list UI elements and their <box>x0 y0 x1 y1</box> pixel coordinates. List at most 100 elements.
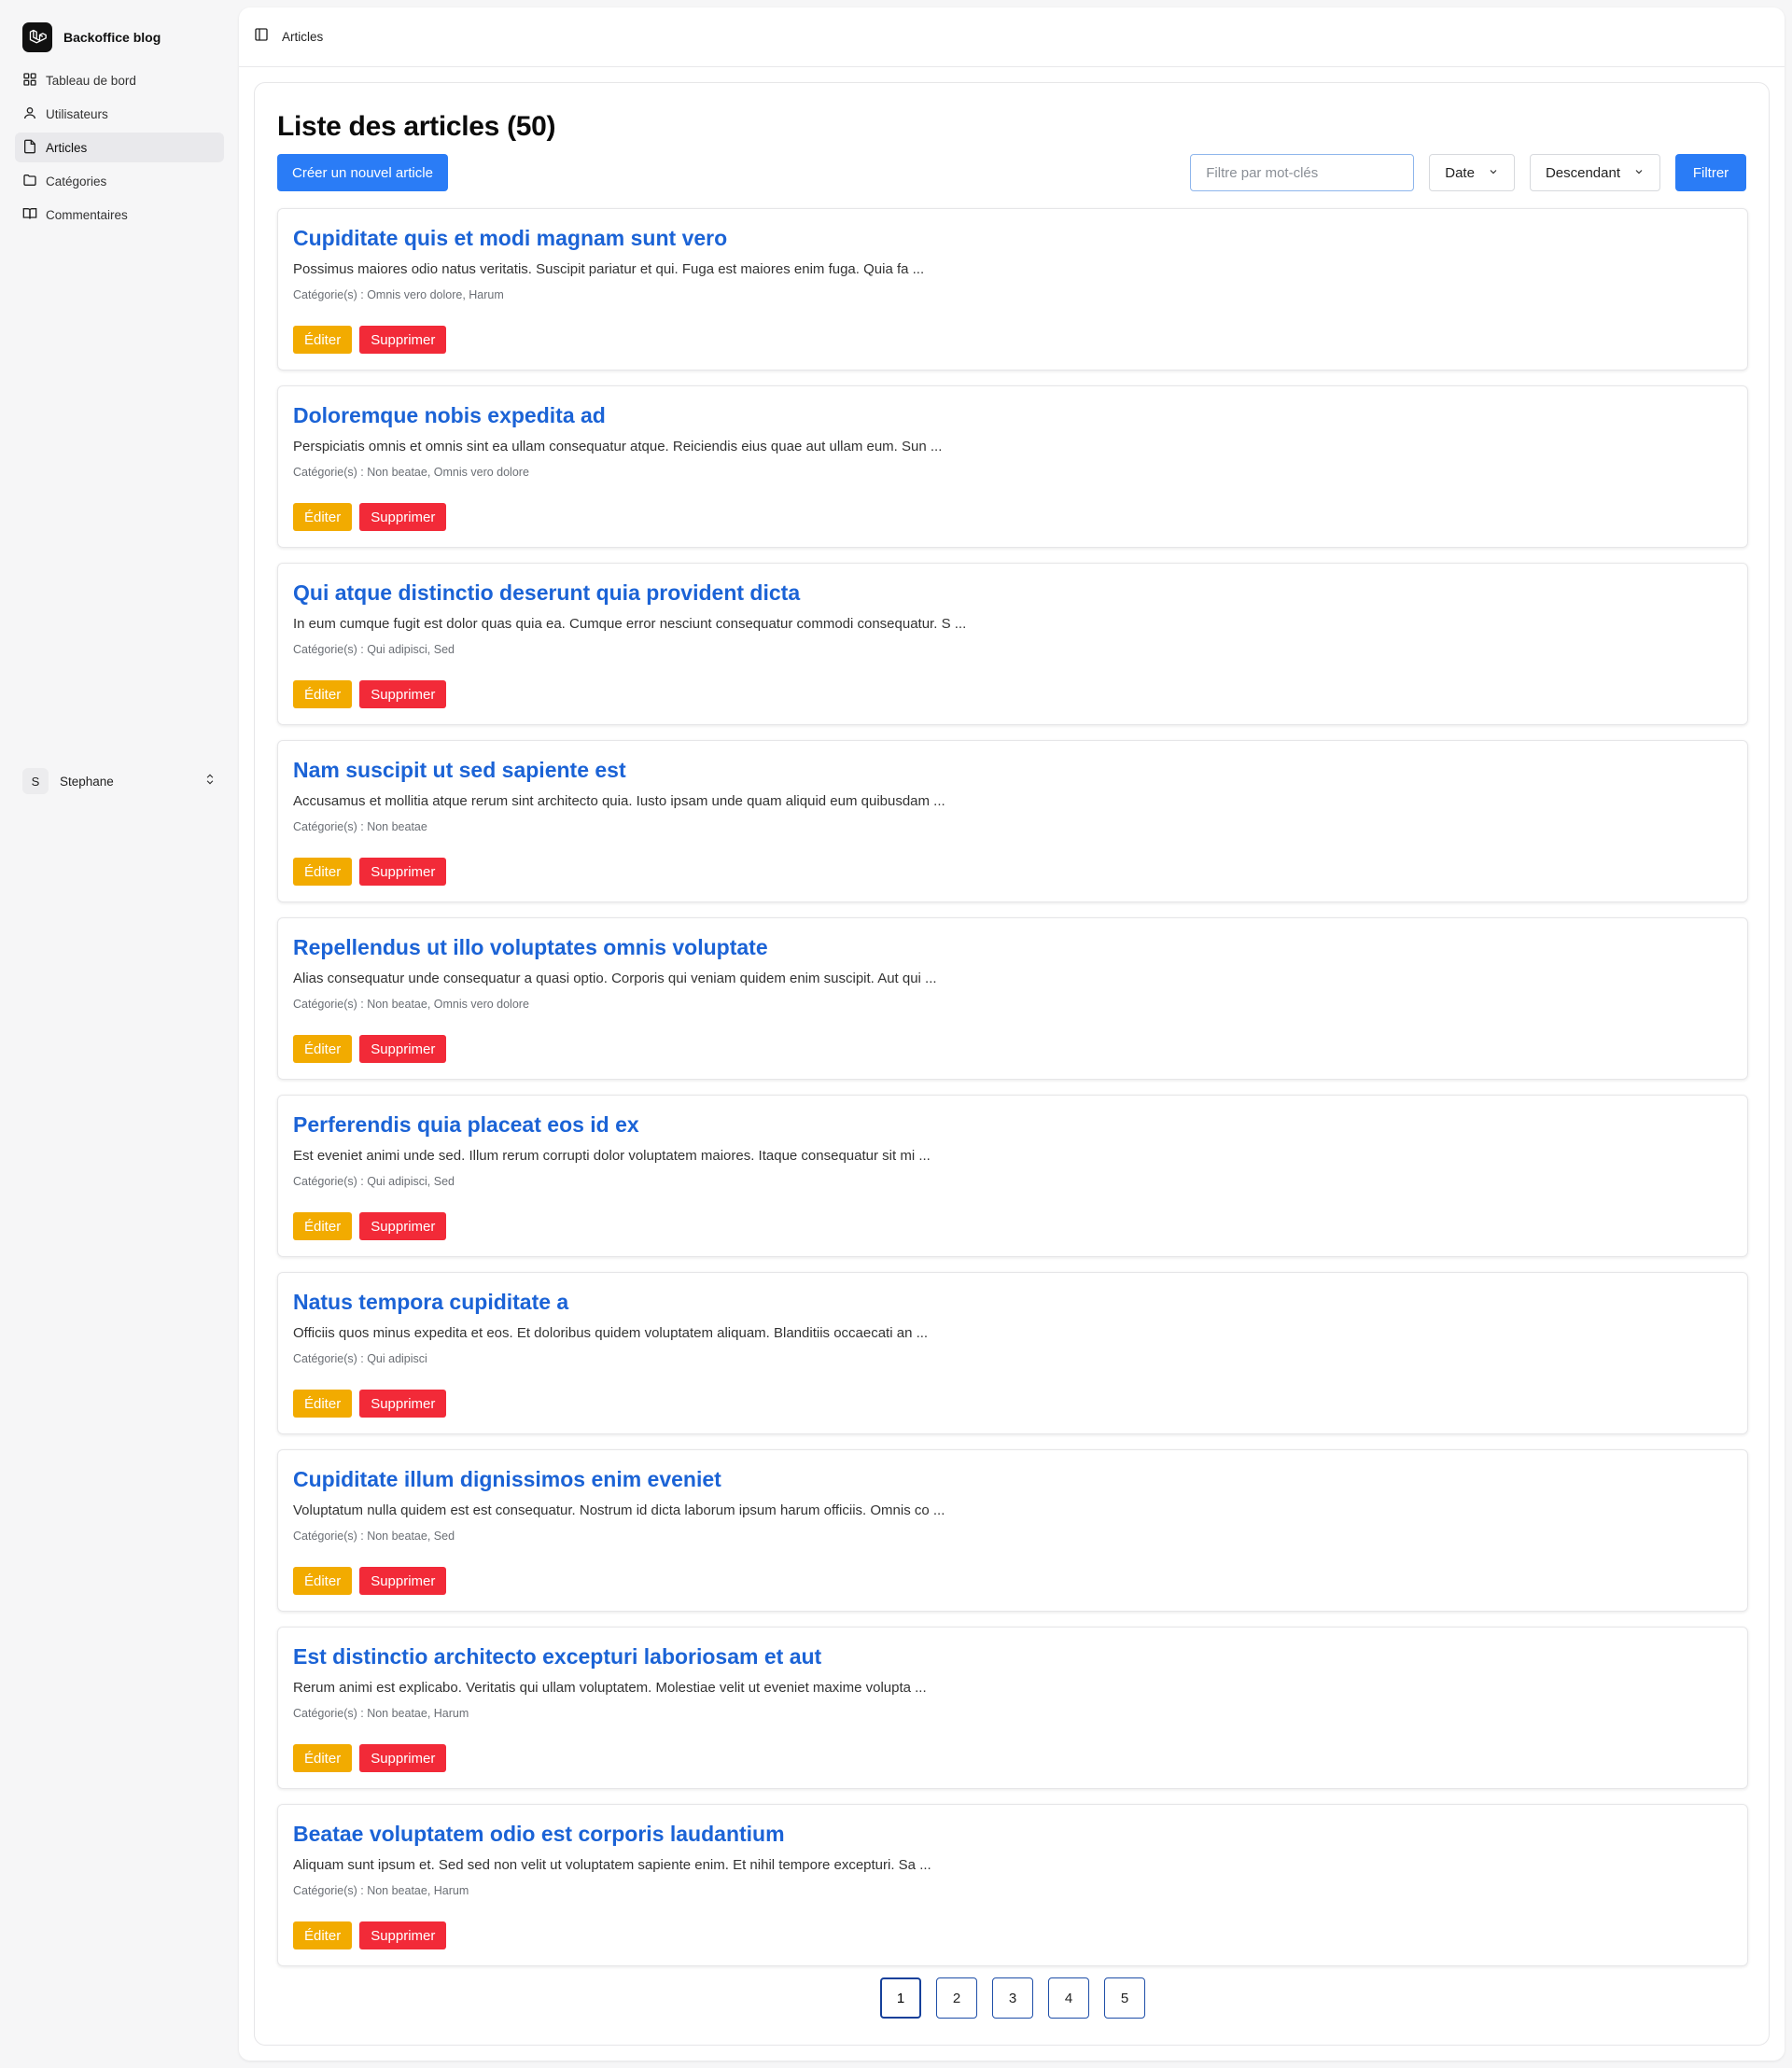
article-categories: Catégorie(s) : Non beatae, Harum <box>293 1707 469 1720</box>
article-excerpt: Aliquam sunt ipsum et. Sed sed non velit… <box>293 1857 931 1873</box>
delete-button[interactable]: Supprimer <box>359 858 447 886</box>
page-button-1[interactable]: 1 <box>880 1977 921 2019</box>
create-article-button[interactable]: Créer un nouvel article <box>277 154 448 191</box>
sidebar-item-label: Tableau de bord <box>46 73 136 88</box>
article-actions: Éditer Supprimer <box>293 680 447 708</box>
delete-button[interactable]: Supprimer <box>359 1921 447 1949</box>
page-button-3[interactable]: 3 <box>992 1977 1033 2019</box>
delete-button[interactable]: Supprimer <box>359 1567 447 1595</box>
sidebar-item-comments[interactable]: Commentaires <box>15 200 224 230</box>
article-card: Cupiditate illum dignissimos enim evenie… <box>277 1449 1748 1612</box>
sidebar-item-categories[interactable]: Catégories <box>15 166 224 196</box>
article-title[interactable]: Cupiditate quis et modi magnam sunt vero <box>293 224 1732 252</box>
keyword-filter-input[interactable] <box>1190 154 1415 191</box>
sidebar-item-articles[interactable]: Articles <box>15 133 224 162</box>
chevron-down-icon <box>1633 165 1645 181</box>
article-title[interactable]: Perferendis quia placeat eos id ex <box>293 1111 1732 1139</box>
article-actions: Éditer Supprimer <box>293 326 447 354</box>
sidebar-item-dashboard[interactable]: Tableau de bord <box>15 65 224 95</box>
article-card: Est distinctio architecto excepturi labo… <box>277 1627 1748 1789</box>
article-excerpt: Voluptatum nulla quidem est est consequa… <box>293 1502 945 1518</box>
article-list: Cupiditate quis et modi magnam sunt vero… <box>277 208 1748 1981</box>
avatar: S <box>22 768 49 794</box>
delete-button[interactable]: Supprimer <box>359 326 447 354</box>
article-excerpt: In eum cumque fugit est dolor quas quia … <box>293 616 967 632</box>
sort-order-value: Descendant <box>1545 164 1620 181</box>
user-name: Stephane <box>60 774 114 789</box>
sidebar: Backoffice blog Tableau de bord Utilisat… <box>0 0 239 2068</box>
article-card: Perferendis quia placeat eos id ex Est e… <box>277 1095 1748 1257</box>
filter-bar: Date Descendant Filtrer <box>1190 154 1746 191</box>
sort-field-value: Date <box>1445 164 1475 181</box>
article-title[interactable]: Est distinctio architecto excepturi labo… <box>293 1642 1732 1670</box>
breadcrumb: Articles <box>282 30 324 44</box>
edit-button[interactable]: Éditer <box>293 326 353 354</box>
file-icon <box>22 139 37 157</box>
brand-name: Backoffice blog <box>63 30 161 45</box>
article-title[interactable]: Cupiditate illum dignissimos enim evenie… <box>293 1465 1732 1493</box>
article-actions: Éditer Supprimer <box>293 503 447 531</box>
article-categories: Catégorie(s) : Qui adipisci <box>293 1352 427 1365</box>
layout-grid-icon <box>22 72 37 90</box>
article-card: Doloremque nobis expedita ad Perspiciati… <box>277 385 1748 548</box>
edit-button[interactable]: Éditer <box>293 1921 353 1949</box>
edit-button[interactable]: Éditer <box>293 1567 353 1595</box>
user-icon <box>22 105 37 123</box>
article-categories: Catégorie(s) : Omnis vero dolore, Harum <box>293 288 504 301</box>
article-categories: Catégorie(s) : Non beatae, Harum <box>293 1884 469 1897</box>
folder-icon <box>22 173 37 190</box>
article-excerpt: Rerum animi est explicabo. Veritatis qui… <box>293 1680 927 1696</box>
article-title[interactable]: Qui atque distinctio deserunt quia provi… <box>293 579 1732 607</box>
article-categories: Catégorie(s) : Non beatae, Omnis vero do… <box>293 998 529 1011</box>
article-categories: Catégorie(s) : Non beatae, Omnis vero do… <box>293 466 529 479</box>
edit-button[interactable]: Éditer <box>293 680 353 708</box>
pagination: 1 2 3 4 5 <box>255 1977 1771 2019</box>
filter-button[interactable]: Filtrer <box>1675 154 1746 191</box>
article-actions: Éditer Supprimer <box>293 1390 447 1418</box>
delete-button[interactable]: Supprimer <box>359 1212 447 1240</box>
article-title[interactable]: Doloremque nobis expedita ad <box>293 401 1732 429</box>
delete-button[interactable]: Supprimer <box>359 1390 447 1418</box>
delete-button[interactable]: Supprimer <box>359 1035 447 1063</box>
article-card: Nam suscipit ut sed sapiente est Accusam… <box>277 740 1748 902</box>
article-categories: Catégorie(s) : Non beatae <box>293 820 427 833</box>
edit-button[interactable]: Éditer <box>293 1744 353 1772</box>
chevrons-up-down-icon <box>203 773 217 790</box>
article-categories: Catégorie(s) : Qui adipisci, Sed <box>293 643 455 656</box>
panel-left-icon[interactable] <box>254 27 269 47</box>
delete-button[interactable]: Supprimer <box>359 503 447 531</box>
article-actions: Éditer Supprimer <box>293 1567 447 1595</box>
article-excerpt: Officiis quos minus expedita et eos. Et … <box>293 1325 929 1341</box>
article-title[interactable]: Nam suscipit ut sed sapiente est <box>293 756 1732 784</box>
brand[interactable]: Backoffice blog <box>22 22 161 52</box>
sidebar-nav: Tableau de bord Utilisateurs Articles Ca… <box>15 65 224 233</box>
edit-button[interactable]: Éditer <box>293 1212 353 1240</box>
page-button-2[interactable]: 2 <box>936 1977 977 2019</box>
article-categories: Catégorie(s) : Non beatae, Sed <box>293 1530 455 1543</box>
sort-field-select[interactable]: Date <box>1429 154 1515 191</box>
article-title[interactable]: Repellendus ut illo voluptates omnis vol… <box>293 933 1732 961</box>
article-card: Qui atque distinctio deserunt quia provi… <box>277 563 1748 725</box>
sidebar-item-users[interactable]: Utilisateurs <box>15 99 224 129</box>
delete-button[interactable]: Supprimer <box>359 680 447 708</box>
page-button-4[interactable]: 4 <box>1048 1977 1089 2019</box>
article-categories: Catégorie(s) : Qui adipisci, Sed <box>293 1175 455 1188</box>
article-excerpt: Accusamus et mollitia atque rerum sint a… <box>293 793 945 809</box>
edit-button[interactable]: Éditer <box>293 858 353 886</box>
page-title: Liste des articles (50) <box>277 111 556 142</box>
articles-card: Liste des articles (50) Créer un nouvel … <box>254 82 1770 2046</box>
article-actions: Éditer Supprimer <box>293 1921 447 1949</box>
sort-order-select[interactable]: Descendant <box>1529 154 1660 191</box>
article-excerpt: Perspiciatis omnis et omnis sint ea ulla… <box>293 439 943 454</box>
article-excerpt: Est eveniet animi unde sed. Illum rerum … <box>293 1148 931 1164</box>
sidebar-item-label: Commentaires <box>46 207 128 222</box>
article-title[interactable]: Beatae voluptatem odio est corporis laud… <box>293 1820 1732 1848</box>
article-card: Repellendus ut illo voluptates omnis vol… <box>277 917 1748 1080</box>
user-menu[interactable]: S Stephane <box>15 764 224 798</box>
edit-button[interactable]: Éditer <box>293 1390 353 1418</box>
delete-button[interactable]: Supprimer <box>359 1744 447 1772</box>
edit-button[interactable]: Éditer <box>293 1035 353 1063</box>
edit-button[interactable]: Éditer <box>293 503 353 531</box>
article-title[interactable]: Natus tempora cupiditate a <box>293 1288 1732 1316</box>
page-button-5[interactable]: 5 <box>1104 1977 1145 2019</box>
